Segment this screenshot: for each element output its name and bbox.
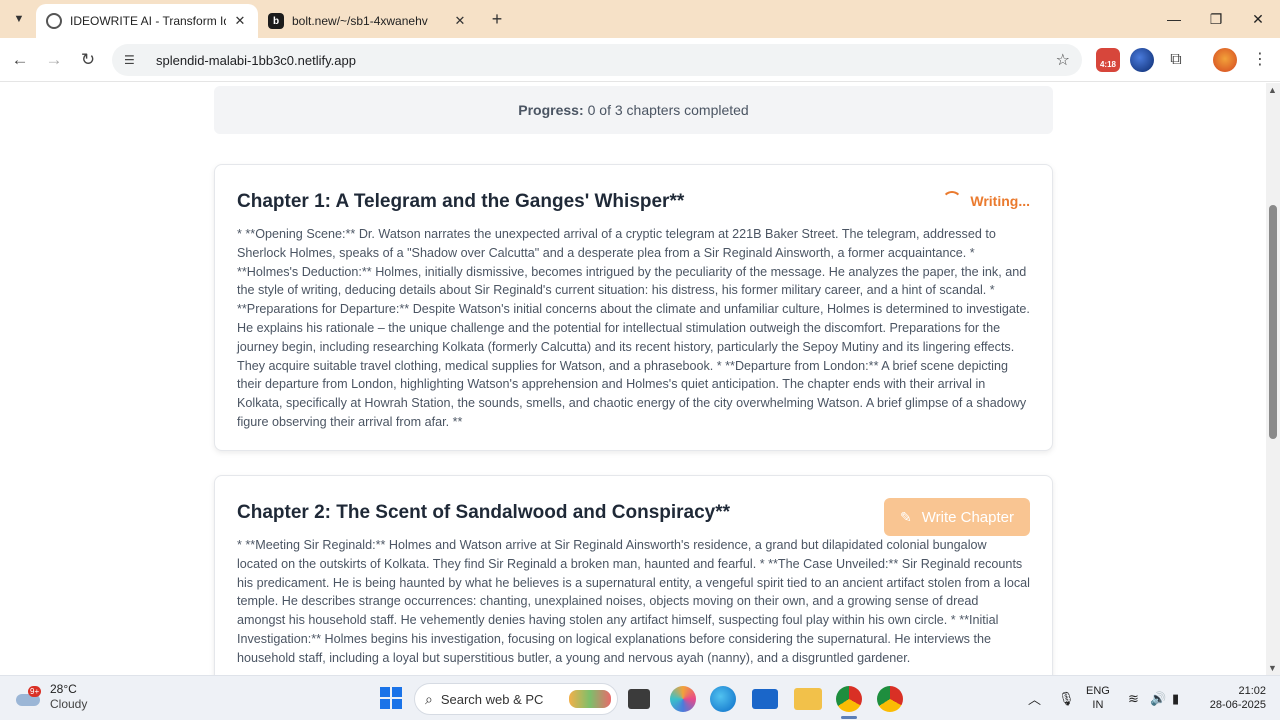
status-text: Writing... bbox=[970, 193, 1030, 209]
lang-code: ENG bbox=[1086, 685, 1110, 697]
back-icon[interactable]: ← bbox=[8, 48, 32, 72]
scroll-down-icon[interactable]: ▼ bbox=[1268, 663, 1277, 673]
tab-bolt[interactable]: b bolt.new/~/sb1-4xwanehv ✕ bbox=[258, 4, 478, 38]
write-chapter-button[interactable]: ✎ Write Chapter bbox=[884, 498, 1030, 536]
tab-close-icon[interactable]: ✕ bbox=[452, 13, 468, 29]
task-view-icon[interactable] bbox=[628, 689, 650, 709]
cloud-icon: 9+ bbox=[16, 686, 42, 708]
scrollbar-thumb[interactable] bbox=[1269, 205, 1277, 439]
browser-toolbar: ← → ↻ ☰ splendid-malabi-1bb3c0.netlify.a… bbox=[0, 38, 1280, 82]
weather-condition: Cloudy bbox=[50, 697, 88, 711]
battery-icon[interactable]: ▮ bbox=[1172, 676, 1179, 720]
chapter-card: Chapter 2: The Scent of Sandalwood and C… bbox=[214, 475, 1053, 675]
search-placeholder: Search web & PC bbox=[440, 691, 544, 707]
progress-label: Progress: bbox=[518, 102, 584, 118]
active-app-indicator bbox=[841, 716, 857, 719]
tab-title: bolt.new/~/sb1-4xwanehv bbox=[292, 14, 428, 28]
tab-strip: ▼ IDEOWRITE AI - Transform Idea ✕ b bolt… bbox=[0, 0, 1280, 38]
tray-chevron-icon[interactable]: ︿ bbox=[1028, 676, 1041, 720]
chrome-icon[interactable] bbox=[836, 686, 862, 712]
search-highlight-icon bbox=[569, 690, 611, 708]
timer-badge: 4:18 bbox=[1099, 60, 1116, 69]
language-indicator[interactable]: ENG IN bbox=[1086, 684, 1110, 712]
spinner-icon bbox=[942, 191, 963, 211]
extensions-puzzle-icon[interactable]: ⧉ bbox=[1164, 48, 1188, 72]
weather-widget[interactable]: 9+ 28°C Cloudy bbox=[16, 682, 87, 712]
chapter-title: Chapter 1: A Telegram and the Ganges' Wh… bbox=[237, 191, 685, 212]
minimize-icon[interactable]: — bbox=[1156, 6, 1192, 32]
page-viewport: Progress: 0 of 3 chapters completed Chap… bbox=[0, 83, 1266, 675]
tab-close-icon[interactable]: ✕ bbox=[232, 13, 248, 29]
progress-text: 0 of 3 chapters completed bbox=[587, 102, 749, 118]
clock-time: 21:02 bbox=[1238, 685, 1266, 697]
chapter-summary: * **Opening Scene:** Dr. Watson narrates… bbox=[237, 227, 1030, 429]
address-bar[interactable]: ☰ splendid-malabi-1bb3c0.netlify.app ☆ bbox=[112, 44, 1082, 76]
progress-summary: Progress: 0 of 3 chapters completed bbox=[214, 86, 1053, 134]
copilot-icon[interactable] bbox=[670, 686, 696, 712]
forward-icon[interactable]: → bbox=[42, 48, 66, 72]
start-windows-icon[interactable] bbox=[380, 687, 402, 709]
mail-icon[interactable] bbox=[752, 689, 778, 709]
search-icon: ⌕ bbox=[425, 690, 433, 707]
globe-icon bbox=[46, 13, 62, 29]
pen-icon: ✎ bbox=[900, 508, 912, 525]
clock-date: 28-06-2025 bbox=[1209, 699, 1266, 711]
page-scrollbar[interactable]: ▲ ▼ bbox=[1266, 83, 1280, 675]
file-explorer-icon[interactable] bbox=[794, 688, 822, 710]
edge-icon[interactable] bbox=[710, 686, 736, 712]
bookmark-star-icon[interactable]: ☆ bbox=[1056, 50, 1070, 70]
taskbar-search[interactable]: ⌕ Search web & PC bbox=[414, 683, 618, 715]
restore-icon[interactable]: ❐ bbox=[1198, 6, 1234, 32]
bolt-logo-icon: b bbox=[268, 13, 284, 29]
reload-icon[interactable]: ↻ bbox=[76, 48, 100, 72]
timer-extension-icon[interactable]: 4:18 bbox=[1096, 48, 1120, 72]
microphone-icon[interactable]: 🎙 bbox=[1058, 676, 1075, 720]
temperature: 28°C bbox=[50, 682, 77, 696]
volume-icon[interactable]: 🔊 bbox=[1150, 676, 1166, 720]
wifi-icon[interactable]: ≋ bbox=[1128, 676, 1139, 720]
url-text: splendid-malabi-1bb3c0.netlify.app bbox=[156, 52, 356, 68]
write-chapter-label: Write Chapter bbox=[921, 508, 1014, 526]
chapter-summary: * **Meeting Sir Reginald:** Holmes and W… bbox=[237, 538, 1030, 665]
kebab-menu-icon[interactable]: ⋮ bbox=[1248, 48, 1272, 72]
tab-title: IDEOWRITE AI - Transform Idea bbox=[70, 14, 226, 28]
tab-ideowrite[interactable]: IDEOWRITE AI - Transform Idea ✕ bbox=[36, 4, 258, 38]
notification-badge: 9+ bbox=[28, 686, 42, 697]
taskbar: 9+ 28°C Cloudy ⌕ Search web & PC ︿ 🎙 ENG… bbox=[0, 675, 1280, 720]
profile-avatar[interactable] bbox=[1213, 48, 1237, 72]
system-clock[interactable]: 21:02 28-06-2025 bbox=[1200, 684, 1266, 712]
writing-status: Writing... bbox=[942, 191, 1030, 211]
vpn-extension-icon[interactable] bbox=[1130, 48, 1154, 72]
lang-region: IN bbox=[1092, 699, 1104, 711]
close-window-icon[interactable]: ✕ bbox=[1240, 6, 1276, 32]
new-tab-icon[interactable]: + bbox=[486, 8, 508, 30]
tab-search-chevron-icon[interactable]: ▼ bbox=[8, 8, 30, 30]
chrome-profile-icon[interactable] bbox=[877, 686, 903, 712]
scroll-up-icon[interactable]: ▲ bbox=[1268, 85, 1277, 95]
site-info-icon[interactable]: ☰ bbox=[124, 53, 142, 67]
chapter-card: Chapter 1: A Telegram and the Ganges' Wh… bbox=[214, 164, 1053, 451]
